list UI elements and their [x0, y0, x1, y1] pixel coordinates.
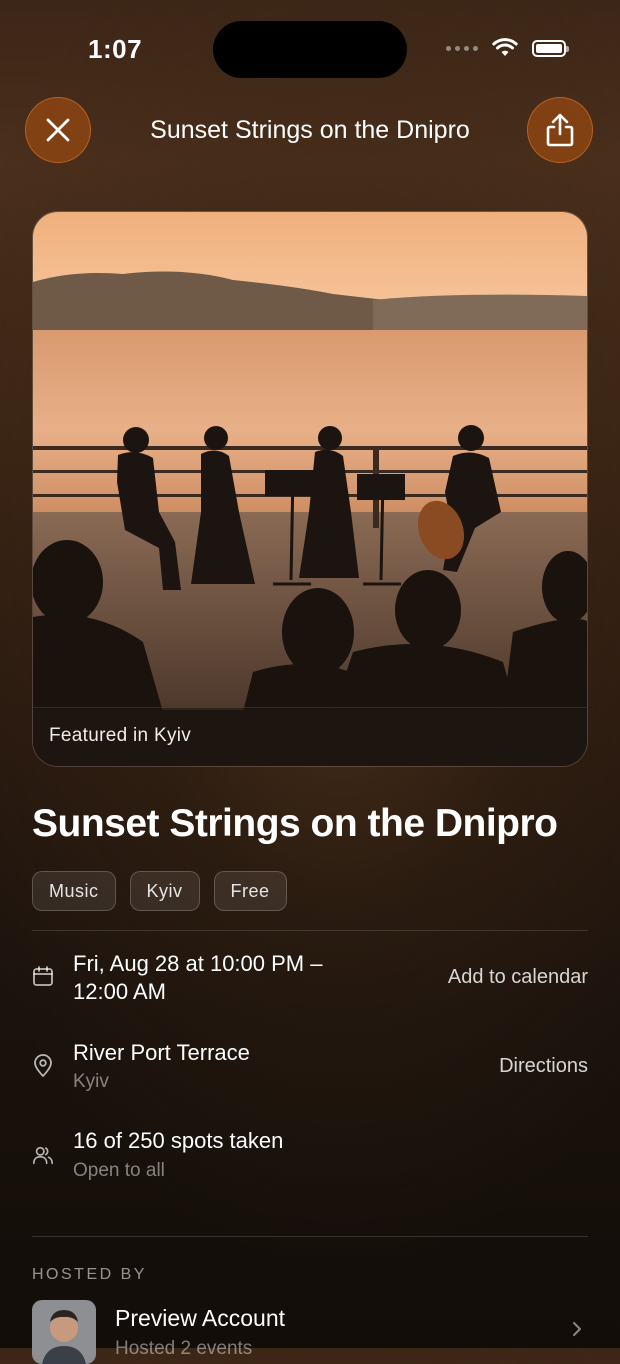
- venue-name: River Port Terrace: [73, 1040, 250, 1065]
- access-info: Open to all: [73, 1160, 165, 1181]
- host-avatar[interactable]: [32, 1300, 96, 1364]
- hero-image[interactable]: Featured in Kyiv: [32, 211, 588, 767]
- hero-caption-text: Featured in Kyiv: [49, 725, 192, 746]
- battery-icon: [532, 39, 569, 57]
- wifi-icon: [492, 38, 518, 56]
- event-datetime-end: 12:00 AM: [73, 979, 166, 1004]
- divider: [32, 1236, 588, 1237]
- chevron-right-icon[interactable]: [572, 1321, 582, 1342]
- directions-button[interactable]: Directions: [499, 1055, 588, 1078]
- share-icon: [546, 113, 574, 147]
- tag-kyiv[interactable]: Kyiv: [129, 871, 200, 911]
- dynamic-island: [213, 21, 407, 78]
- status-indicators: [446, 38, 569, 58]
- people-icon: [32, 1144, 54, 1166]
- event-datetime-start: Fri, Aug 28 at 10:00 PM –: [73, 951, 323, 976]
- hero-caption: Featured in Kyiv: [33, 707, 587, 766]
- close-button[interactable]: [25, 97, 91, 163]
- event-datetime: Fri, Aug 28 at 10:00 PM – 12:00 AM: [73, 950, 322, 1006]
- location-pin-icon: [32, 1054, 54, 1077]
- venue-city: Kyiv: [73, 1071, 109, 1092]
- hosted-by-label: HOSTED BY: [32, 1266, 147, 1283]
- status-time: 1:07: [88, 34, 143, 64]
- event-title: Sunset Strings on the Dnipro: [32, 802, 558, 845]
- divider: [32, 930, 588, 931]
- host-events-count: Hosted 2 events: [115, 1338, 253, 1359]
- cellular-signal-icon: [446, 45, 478, 51]
- tag-free[interactable]: Free: [213, 871, 287, 911]
- add-to-calendar-button[interactable]: Add to calendar: [448, 966, 588, 989]
- close-icon: [46, 118, 70, 142]
- hero-photo: [33, 212, 587, 766]
- calendar-icon: [32, 965, 54, 987]
- tag-music[interactable]: Music: [32, 871, 116, 911]
- tag-list: Music Kyiv Free: [32, 871, 287, 911]
- attendance-count: 16 of 250 spots taken: [73, 1128, 284, 1153]
- host-name[interactable]: Preview Account: [115, 1305, 285, 1332]
- share-button[interactable]: [527, 97, 593, 163]
- nav-title: Sunset Strings on the Dnipro: [150, 116, 470, 144]
